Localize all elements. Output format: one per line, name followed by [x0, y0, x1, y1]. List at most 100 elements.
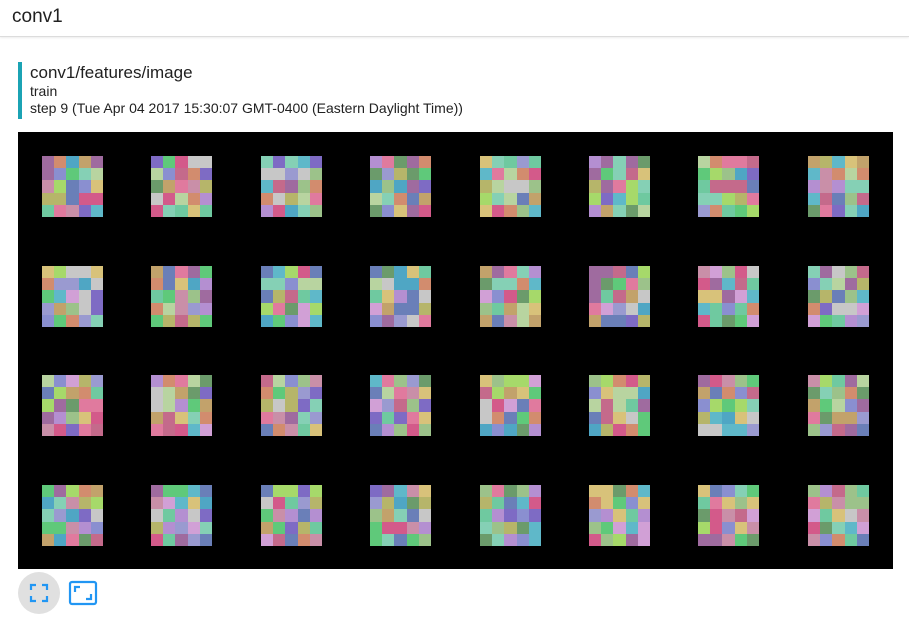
- filter-pixel: [637, 156, 650, 169]
- filter-pixel: [163, 387, 176, 400]
- filter-pixel: [175, 521, 188, 534]
- filter-pixel: [199, 387, 212, 400]
- filter-pixel: [175, 314, 188, 327]
- filter-pixel: [480, 387, 493, 400]
- filter-pixel: [856, 302, 869, 315]
- filter-pixel: [698, 375, 711, 388]
- filter-pixel: [394, 204, 407, 217]
- filter-pixel: [309, 204, 322, 217]
- filter-pixel: [734, 168, 747, 181]
- filter-pixel: [637, 266, 650, 279]
- filter-pixel: [601, 180, 614, 193]
- filter-pixel: [746, 423, 759, 436]
- filter-tile: [589, 156, 650, 217]
- filter-pixel: [54, 278, 67, 291]
- filter-pixel: [199, 168, 212, 181]
- filter-pixel: [722, 204, 735, 217]
- filter-pixel: [418, 497, 431, 510]
- filter-pixel: [734, 290, 747, 303]
- filter-tile: [261, 156, 322, 217]
- filter-pixel: [722, 399, 735, 412]
- filter-pixel: [625, 204, 638, 217]
- filter-pixel: [528, 411, 541, 424]
- filter-pixel: [528, 192, 541, 205]
- filter-pixel: [480, 509, 493, 522]
- filter-pixel: [613, 314, 626, 327]
- filter-pixel: [394, 156, 407, 169]
- filter-pixel: [820, 497, 833, 510]
- filter-pixel: [844, 497, 857, 510]
- filter-pixel: [589, 302, 602, 315]
- filter-pixel: [710, 375, 723, 388]
- filter-pixel: [187, 192, 200, 205]
- filter-pixel: [856, 509, 869, 522]
- filter-pixel: [285, 314, 298, 327]
- fit-to-screen-button[interactable]: [62, 572, 104, 614]
- filter-pixel: [309, 156, 322, 169]
- filter-pixel: [42, 204, 55, 217]
- filter-pixel: [746, 278, 759, 291]
- filter-pixel: [273, 314, 286, 327]
- filter-pixel: [418, 485, 431, 498]
- filter-tile: [808, 375, 869, 436]
- filter-pixel: [370, 314, 383, 327]
- filter-pixel: [382, 278, 395, 291]
- filter-pixel: [382, 509, 395, 522]
- filter-pixel: [297, 521, 310, 534]
- fit-to-screen-icon: [68, 580, 98, 606]
- filter-pixel: [370, 168, 383, 181]
- filter-pixel: [261, 314, 274, 327]
- filter-pixel: [746, 192, 759, 205]
- filter-pixel: [698, 423, 711, 436]
- filter-pixel: [808, 375, 821, 388]
- filter-pixel: [601, 168, 614, 181]
- filter-tile: [261, 485, 322, 546]
- filter-pixel: [480, 156, 493, 169]
- filter-pixel: [309, 302, 322, 315]
- filter-pixel: [613, 168, 626, 181]
- filter-pixel: [710, 302, 723, 315]
- filter-pixel: [297, 423, 310, 436]
- filter-pixel: [734, 375, 747, 388]
- filter-pixel: [175, 266, 188, 279]
- filter-pixel: [297, 375, 310, 388]
- filter-pixel: [163, 278, 176, 291]
- filter-pixel: [42, 497, 55, 510]
- filter-pixel: [856, 521, 869, 534]
- filter-pixel: [492, 387, 505, 400]
- filter-pixel: [406, 266, 419, 279]
- filter-pixel: [698, 156, 711, 169]
- filter-tile: [370, 375, 431, 436]
- filter-pixel: [78, 204, 91, 217]
- filter-pixel: [528, 302, 541, 315]
- filter-pixel: [820, 290, 833, 303]
- filter-pixel: [261, 302, 274, 315]
- filter-pixel: [504, 399, 517, 412]
- filter-pixel: [418, 290, 431, 303]
- filter-pixel: [722, 278, 735, 291]
- fullscreen-button[interactable]: [18, 572, 60, 614]
- filter-pixel: [480, 423, 493, 436]
- filter-pixel: [42, 290, 55, 303]
- filter-pixel: [187, 375, 200, 388]
- filter-pixel: [418, 399, 431, 412]
- filter-pixel: [199, 204, 212, 217]
- filter-pixel: [285, 497, 298, 510]
- filter-pixel: [613, 423, 626, 436]
- filter-pixel: [382, 423, 395, 436]
- filter-pixel: [163, 497, 176, 510]
- filter-pixel: [746, 290, 759, 303]
- filter-pixel: [285, 521, 298, 534]
- filter-pixel: [856, 290, 869, 303]
- filter-pixel: [90, 509, 103, 522]
- filter-pixel: [516, 497, 529, 510]
- filter-pixel: [734, 485, 747, 498]
- filter-pixel: [601, 156, 614, 169]
- filter-pixel: [528, 168, 541, 181]
- filter-pixel: [273, 521, 286, 534]
- filter-pixel: [199, 302, 212, 315]
- filter-pixel: [808, 423, 821, 436]
- filter-pixel: [199, 509, 212, 522]
- filter-pixel: [808, 168, 821, 181]
- filter-pixel: [722, 192, 735, 205]
